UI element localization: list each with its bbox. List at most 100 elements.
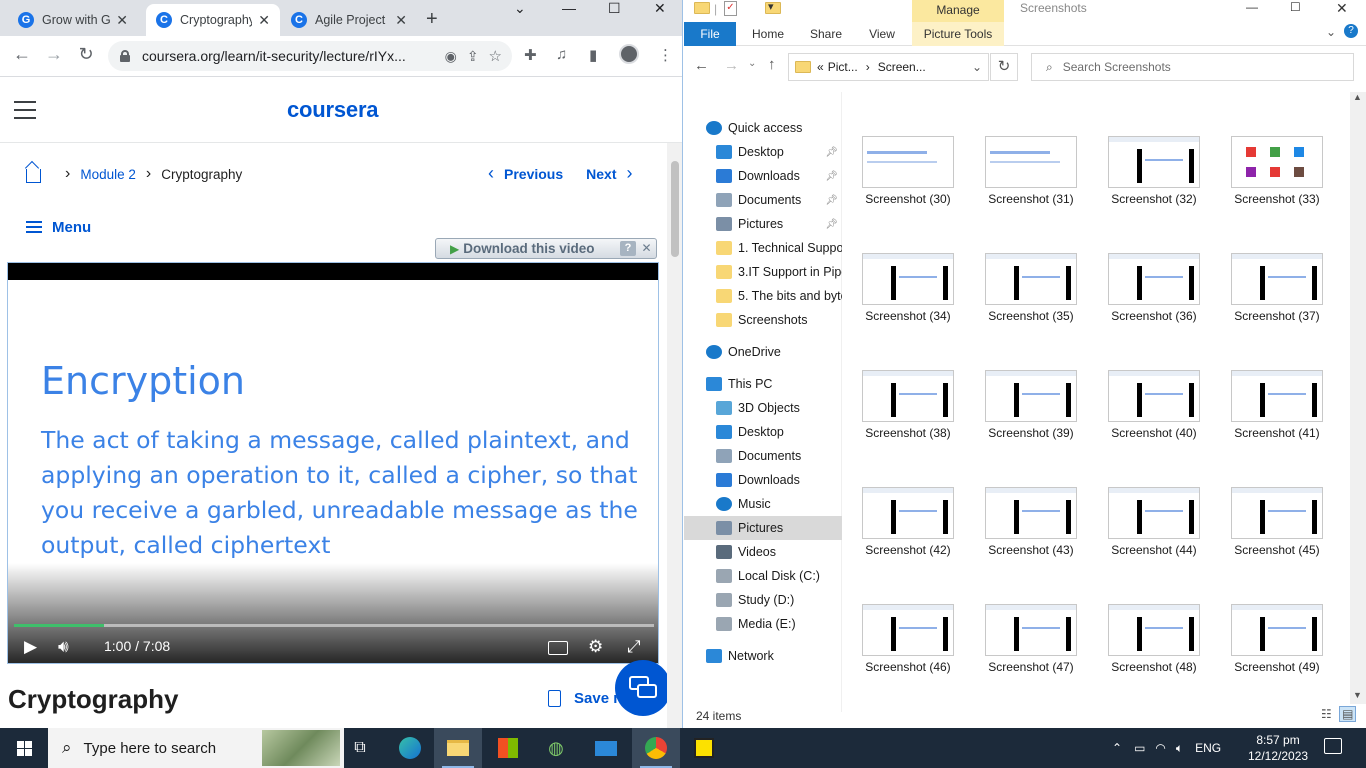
explorer-address-bar[interactable]: « Pict... › Screen... ⌄ <box>788 53 989 81</box>
volume-icon[interactable]: 🔈︎ <box>1176 741 1183 756</box>
up-arrow-icon[interactable]: ↑ <box>768 56 776 73</box>
customize-chevron-icon[interactable]: ▾ <box>768 0 774 13</box>
ribbon-tab-picture-tools[interactable]: Picture Tools <box>912 22 1004 46</box>
settings-gear-icon[interactable]: ⚙ <box>588 637 603 657</box>
maximize-button[interactable]: ☐ <box>1290 0 1301 14</box>
nav-item-screenshots[interactable]: Screenshots <box>684 308 842 332</box>
file-tile[interactable]: Screenshot (35) <box>965 209 1085 323</box>
explorer-scrollbar[interactable]: ▲ ▼ <box>1350 92 1366 704</box>
address-dropdown-icon[interactable]: ⌄ <box>972 60 982 74</box>
file-tile[interactable]: Screenshot (33) <box>1211 92 1331 206</box>
nav-item-onedrive[interactable]: OneDrive <box>684 340 842 364</box>
pin-icon[interactable]: 📌︎ <box>825 147 838 158</box>
download-video-button[interactable]: ▶ Download this video ? ✕ <box>435 238 657 259</box>
file-tile[interactable]: Screenshot (42) <box>842 443 962 557</box>
sticky-notes-button[interactable] <box>680 728 728 768</box>
help-icon[interactable]: ? <box>620 241 636 256</box>
reload-button[interactable]: ↻ <box>74 44 98 65</box>
file-tile[interactable]: Screenshot (36) <box>1088 209 1208 323</box>
nav-item-this-pc[interactable]: This PC <box>684 372 842 396</box>
nav-item-desktop[interactable]: Desktop <box>684 420 842 444</box>
notifications-icon[interactable] <box>1324 738 1342 754</box>
nav-item-network[interactable]: Network <box>684 644 842 668</box>
close-tab-icon[interactable]: ✕ <box>116 12 128 29</box>
chrome-button[interactable] <box>632 728 680 768</box>
nav-item-downloads[interactable]: Downloads 📌︎ <box>684 164 842 188</box>
tab-cryptography[interactable]: C Cryptography ✕ <box>146 4 280 36</box>
recent-chevron-icon[interactable]: ⌄ <box>748 58 756 69</box>
battery-icon[interactable]: ▭ <box>1134 741 1145 755</box>
nav-item-3-it-support-in-pipe[interactable]: 3.IT Support in Pipe <box>684 260 842 284</box>
language-indicator[interactable]: ENG <box>1195 741 1221 755</box>
chevron-right-icon[interactable]: › <box>627 163 633 184</box>
photos-app-button[interactable]: ◍ <box>532 728 580 768</box>
file-tile[interactable]: Screenshot (39) <box>965 326 1085 440</box>
scrollbar-thumb[interactable] <box>671 161 679 257</box>
nav-item-local-disk-c[interactable]: Local Disk (C:) <box>684 564 842 588</box>
file-tile[interactable]: Screenshot (32) <box>1088 92 1208 206</box>
help-icon[interactable]: ? <box>1344 24 1358 38</box>
nav-item-media-e[interactable]: Media (E:) <box>684 612 842 636</box>
expand-ribbon-icon[interactable]: ⌄ <box>1326 25 1336 39</box>
extensions-puzzle-icon[interactable]: ✚ <box>524 46 537 64</box>
minimize-button[interactable]: — <box>1246 0 1258 14</box>
address-part[interactable]: Pict... <box>828 60 858 74</box>
close-tab-icon[interactable]: ✕ <box>258 12 270 29</box>
start-button[interactable] <box>0 728 48 768</box>
chevron-up-icon[interactable]: ⌃ <box>1112 741 1122 755</box>
bookmark-star-icon[interactable]: ☆ <box>489 47 502 65</box>
side-panel-icon[interactable]: ▮ <box>589 46 597 64</box>
edge-button[interactable] <box>386 728 434 768</box>
back-button[interactable]: ← <box>10 44 34 65</box>
file-tile[interactable]: Screenshot (41) <box>1211 326 1331 440</box>
address-bar[interactable]: coursera.org/learn/it-security/lecture/r… <box>108 41 512 71</box>
address-part[interactable]: Screen... <box>878 60 926 74</box>
file-tile[interactable]: Screenshot (49) <box>1211 560 1331 674</box>
new-tab-button[interactable]: + <box>426 8 438 31</box>
nav-item-videos[interactable]: Videos <box>684 540 842 564</box>
volume-icon[interactable]: 🔊︎ <box>58 637 69 657</box>
file-tile[interactable]: Screenshot (34) <box>842 209 962 323</box>
nav-item-music[interactable]: Music <box>684 492 842 516</box>
wifi-icon[interactable]: ◠ <box>1155 741 1165 755</box>
file-tile[interactable]: Screenshot (37) <box>1211 209 1331 323</box>
large-icons-view-icon[interactable]: ▤ <box>1339 706 1357 722</box>
tab-grow-with-google[interactable]: G Grow with Google ✕ <box>8 4 138 36</box>
search-box[interactable]: ⌕ Search Screenshots <box>1031 53 1354 81</box>
nav-item-1-technical-suppor[interactable]: 1. Technical Suppor <box>684 236 842 260</box>
chat-button[interactable] <box>615 660 671 716</box>
play-icon[interactable]: ▶ <box>24 637 37 657</box>
scroll-down-icon[interactable]: ▼ <box>1353 690 1362 700</box>
file-tile[interactable]: Screenshot (30) <box>842 92 962 206</box>
next-button[interactable]: Next <box>586 166 616 182</box>
store-button[interactable] <box>484 728 532 768</box>
overflow-chevron-icon[interactable]: « <box>817 60 824 74</box>
nav-item-study-d[interactable]: Study (D:) <box>684 588 842 612</box>
close-icon[interactable]: ✕ <box>639 241 654 256</box>
media-control-icon[interactable]: ♫ <box>556 46 567 63</box>
tab-agile-project[interactable]: C Agile Project ✕ <box>281 4 417 36</box>
nav-item-downloads[interactable]: Downloads <box>684 468 842 492</box>
task-view-button[interactable]: ⧉ <box>336 728 384 768</box>
video-progress-bar[interactable] <box>14 624 654 627</box>
nav-item-5-the-bits-and-byte[interactable]: 5. The bits and byte <box>684 284 842 308</box>
nav-item-pictures[interactable]: Pictures <box>684 516 842 540</box>
close-window-button[interactable]: ✕ <box>1336 0 1348 17</box>
file-tile[interactable]: Screenshot (44) <box>1088 443 1208 557</box>
url-text[interactable]: coursera.org/learn/it-security/lecture/r… <box>142 48 435 64</box>
taskbar-search[interactable]: ⌕ Type here to search <box>48 728 344 768</box>
tab-search-chevron-icon[interactable]: ⌄ <box>514 0 526 18</box>
file-tile[interactable]: Screenshot (38) <box>842 326 962 440</box>
fullscreen-icon[interactable]: ⤢ <box>627 637 641 657</box>
chevron-left-icon[interactable]: ‹ <box>488 163 494 184</box>
file-tile[interactable]: Screenshot (31) <box>965 92 1085 206</box>
profile-avatar[interactable] <box>619 44 639 64</box>
ribbon-tab-view[interactable]: View <box>860 22 904 46</box>
course-menu-button[interactable]: Menu <box>26 218 91 236</box>
mail-button[interactable] <box>582 728 630 768</box>
file-tile[interactable]: Screenshot (48) <box>1088 560 1208 674</box>
file-tile[interactable]: Screenshot (40) <box>1088 326 1208 440</box>
page-scrollbar[interactable] <box>667 143 682 728</box>
share-icon[interactable]: ⇪ <box>467 48 479 65</box>
refresh-button[interactable]: ↻ <box>990 53 1018 81</box>
